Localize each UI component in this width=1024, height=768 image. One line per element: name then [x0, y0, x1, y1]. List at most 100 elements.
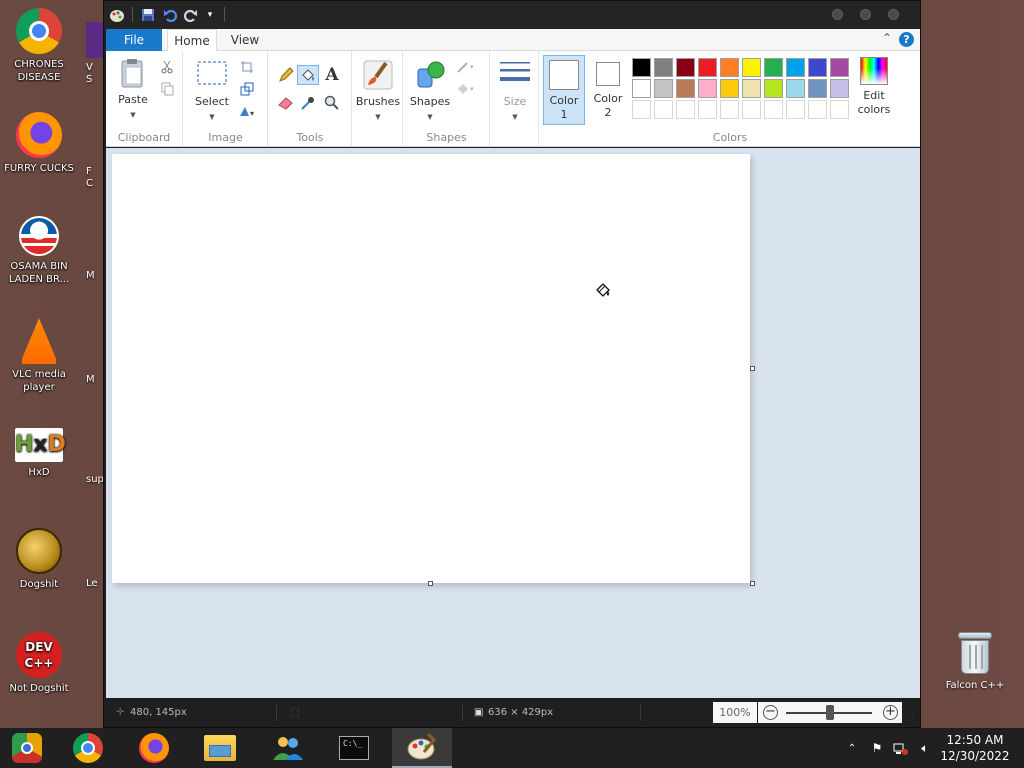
ribbon-tabs: File Home View ⌃ ? — [106, 29, 920, 52]
palette-custom-slot[interactable] — [808, 100, 827, 119]
action-center-flag-icon[interactable]: ⚑ — [866, 728, 888, 768]
eraser-icon[interactable] — [275, 93, 297, 113]
help-icon[interactable]: ? — [899, 32, 914, 47]
collapse-ribbon-icon[interactable]: ⌃ — [882, 31, 892, 45]
crop-icon[interactable] — [236, 57, 258, 77]
palette-custom-slot[interactable] — [830, 100, 849, 119]
fill-icon[interactable]: ▾ — [456, 79, 478, 99]
desktop-icon-vlc[interactable]: VLC media player — [0, 318, 78, 394]
palette-custom-slot[interactable] — [632, 100, 651, 119]
select-button[interactable]: Select ▼ — [190, 59, 234, 124]
cut-icon[interactable] — [156, 57, 178, 77]
pencil-icon[interactable] — [275, 65, 297, 85]
zoom-out-icon[interactable]: − — [763, 705, 778, 720]
volume-icon[interactable]: 🔈︎ — [914, 728, 936, 768]
zoom-slider[interactable] — [826, 705, 834, 720]
taskbar-app-paint[interactable] — [392, 728, 452, 768]
resize-handle-right[interactable] — [750, 366, 755, 371]
palette-swatch[interactable] — [808, 79, 827, 98]
zoom-level: 100% — [713, 702, 757, 723]
palette-custom-slot[interactable] — [654, 100, 673, 119]
taskbar-app-chrome[interactable] — [58, 728, 118, 768]
resize-grip-icon[interactable]: ⋰ — [906, 713, 914, 722]
palette-custom-slot[interactable] — [742, 100, 761, 119]
firefox-icon — [16, 112, 62, 158]
minimize-button[interactable] — [832, 9, 843, 20]
tab-view[interactable]: View — [222, 29, 268, 51]
outline-icon[interactable]: ▾ — [456, 57, 478, 77]
clock-time: 12:50 AM — [946, 733, 1004, 747]
palette-swatch[interactable] — [676, 58, 695, 77]
taskbar-app-firefox[interactable] — [124, 728, 184, 768]
text-tool-icon[interactable]: A — [321, 65, 343, 85]
palette-swatch[interactable] — [764, 79, 783, 98]
color-picker-icon[interactable] — [297, 93, 319, 113]
system-clock[interactable]: 12:50 AM 12/30/2022 — [940, 732, 1010, 764]
save-icon[interactable] — [139, 6, 157, 24]
palette-swatch[interactable] — [786, 58, 805, 77]
fill-bucket-icon[interactable] — [297, 65, 319, 85]
palette-swatch[interactable] — [720, 58, 739, 77]
redo-icon[interactable] — [182, 6, 200, 24]
palette-swatch[interactable] — [830, 79, 849, 98]
recycle-bin[interactable]: Falcon C++ — [938, 632, 1012, 691]
taskbar-app-command-prompt[interactable]: C:\_ — [324, 728, 384, 768]
palette-custom-slot[interactable] — [786, 100, 805, 119]
show-hidden-icons-button[interactable]: ⌃ — [842, 728, 862, 768]
tab-home[interactable]: Home — [167, 29, 217, 52]
resize-handle-bottom[interactable] — [428, 581, 433, 586]
rotate-icon[interactable]: ▾ — [236, 101, 258, 121]
tab-file[interactable]: File — [106, 29, 162, 51]
paint-app-icon[interactable] — [108, 6, 126, 24]
palette-swatch[interactable] — [632, 58, 651, 77]
drawing-canvas[interactable] — [112, 154, 750, 583]
palette-swatch[interactable] — [808, 58, 827, 77]
palette-custom-slot[interactable] — [676, 100, 695, 119]
copy-icon[interactable] — [156, 79, 178, 99]
palette-swatch[interactable] — [742, 58, 761, 77]
zoom-in-icon[interactable]: + — [883, 705, 898, 720]
tools-group-label: Tools — [296, 131, 324, 144]
palette-swatch[interactable] — [632, 79, 651, 98]
customize-toolbar-icon[interactable]: ▾ — [201, 6, 219, 24]
magnifier-icon[interactable] — [321, 93, 343, 113]
palette-swatch[interactable] — [654, 58, 673, 77]
shapes-button[interactable]: Shapes ▼ — [408, 59, 452, 124]
desktop-icon-obama[interactable]: OSAMA BIN LADEN BR... — [0, 216, 78, 286]
palette-swatch[interactable] — [698, 58, 717, 77]
desktop-icon-devcpp[interactable]: DEV C++ Not Dogshit — [0, 632, 78, 695]
undo-icon[interactable] — [161, 6, 179, 24]
taskbar-app-chrome-canary[interactable] — [0, 728, 54, 768]
desktop-icon-dogshit[interactable]: Dogshit — [0, 528, 78, 591]
brushes-button[interactable]: Brushes ▼ — [355, 59, 401, 124]
peek-label: Le — [86, 578, 98, 589]
resize-handle-corner[interactable] — [750, 581, 755, 586]
paste-button[interactable]: Paste ▼ — [112, 57, 154, 122]
network-icon[interactable] — [890, 728, 912, 768]
desktop-icon-firefox[interactable]: FURRY CUCKS — [0, 112, 78, 175]
palette-swatch[interactable] — [742, 79, 761, 98]
palette-swatch[interactable] — [720, 79, 739, 98]
close-button[interactable] — [888, 9, 899, 20]
palette-custom-slot[interactable] — [698, 100, 717, 119]
color1-button[interactable]: Color 1 — [543, 55, 585, 125]
maximize-button[interactable] — [860, 9, 871, 20]
taskbar-app-people[interactable] — [258, 728, 318, 768]
palette-swatch[interactable] — [830, 58, 849, 77]
palette-custom-slot[interactable] — [720, 100, 739, 119]
palette-swatch[interactable] — [654, 79, 673, 98]
title-bar[interactable]: ▾ — [104, 1, 920, 29]
palette-swatch[interactable] — [786, 79, 805, 98]
palette-swatch[interactable] — [764, 58, 783, 77]
chrome-icon — [16, 8, 62, 54]
desktop-icon-chrome[interactable]: CHRONES DISEASE — [0, 8, 78, 84]
resize-icon[interactable] — [236, 79, 258, 99]
taskbar-app-file-explorer[interactable] — [190, 728, 250, 768]
desktop-icon-hxd[interactable]: HxD HxD — [0, 428, 78, 479]
palette-swatch[interactable] — [698, 79, 717, 98]
color2-button[interactable]: Color 2 — [588, 56, 628, 120]
edit-colors-button[interactable]: Edit colors — [852, 57, 896, 117]
palette-swatch[interactable] — [676, 79, 695, 98]
palette-custom-slot[interactable] — [764, 100, 783, 119]
size-button[interactable]: Size ▼ — [495, 59, 535, 124]
